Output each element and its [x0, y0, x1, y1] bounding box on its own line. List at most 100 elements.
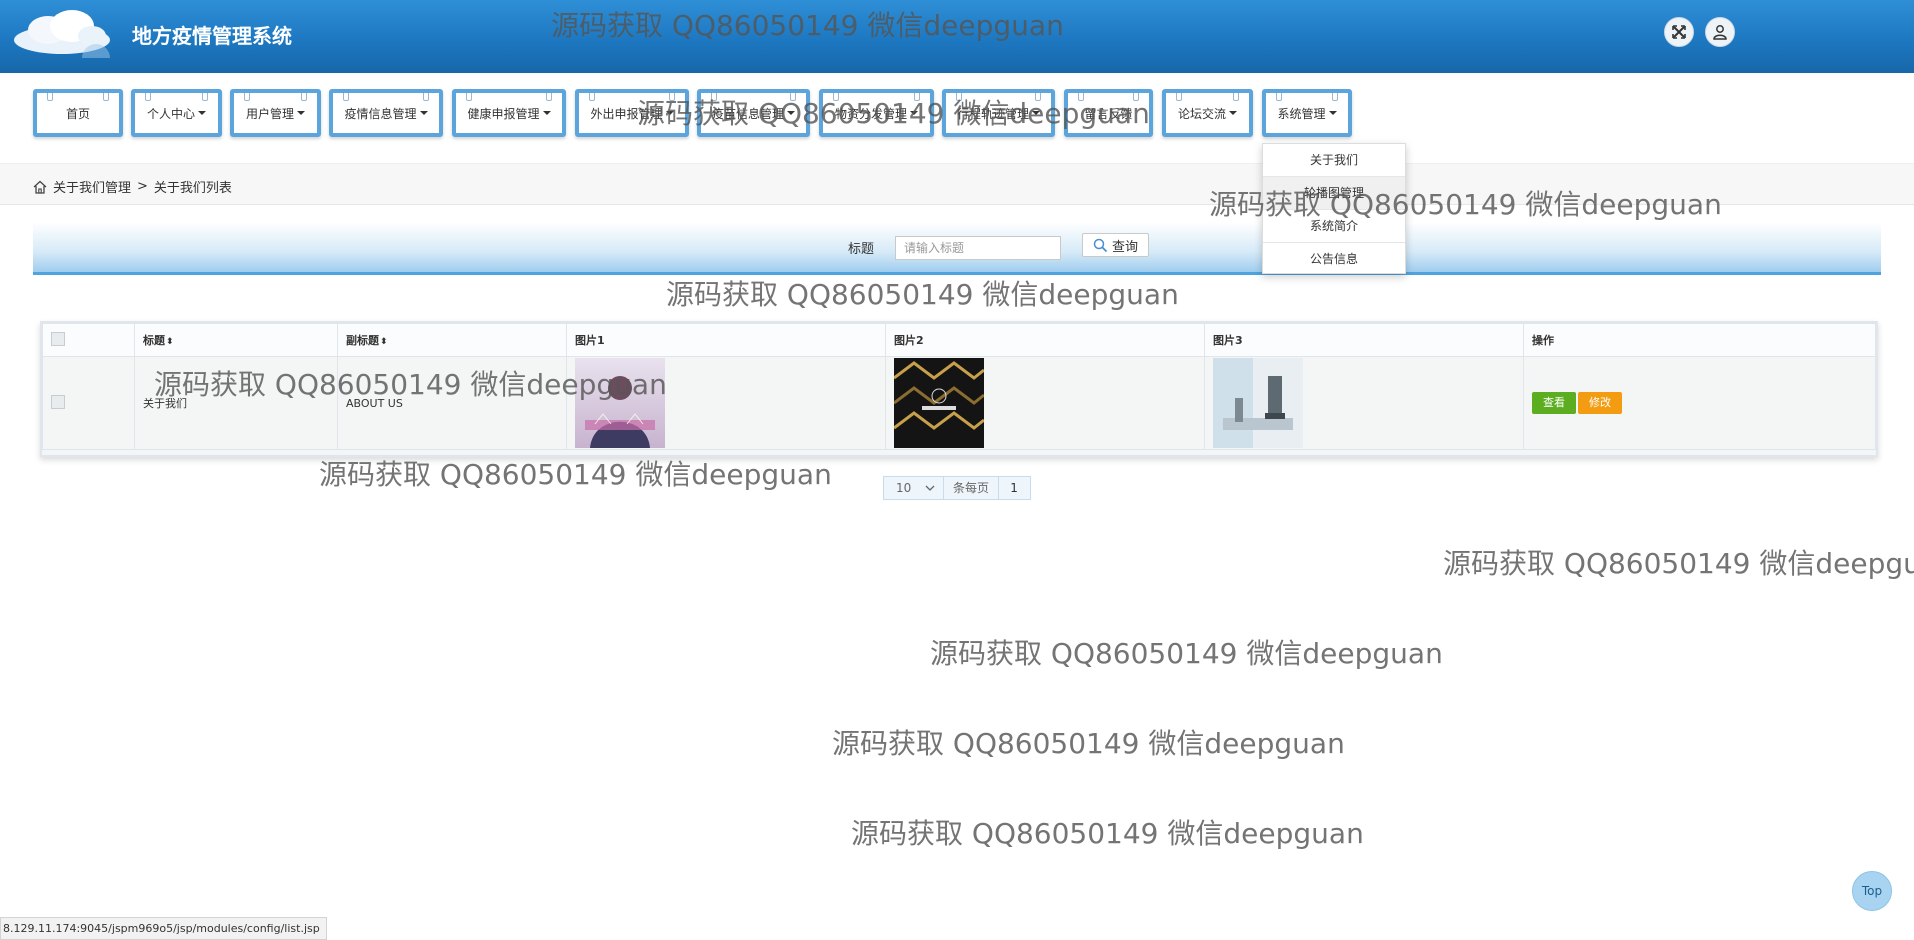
nav-home[interactable]: 首页 [33, 89, 123, 137]
image1-thumbnail[interactable] [575, 358, 665, 448]
home-icon [33, 180, 47, 194]
cloud-logo-icon [14, 10, 110, 58]
search-input[interactable] [895, 236, 1061, 260]
nav-forum[interactable]: 论坛交流 [1162, 89, 1253, 137]
watermark: 源码获取 QQ86050149 微信deepguan [832, 727, 1345, 760]
nav-label: 行程轨迹管理 [956, 106, 1029, 121]
nav-personal-center[interactable]: 个人中心 [131, 89, 222, 137]
breadcrumb-parent[interactable]: 关于我们管理 [53, 177, 131, 196]
cell-title: 关于我们 [134, 356, 338, 450]
dropdown-item-carousel[interactable]: 轮播图管理 [1263, 177, 1405, 210]
caret-down-icon [542, 111, 551, 115]
nav-epidemic-info[interactable]: 疫情信息管理 [329, 89, 443, 137]
watermark: 源码获取 QQ86050149 微信deepguan [930, 637, 1443, 670]
sort-icon[interactable]: ⬍ [166, 337, 174, 347]
caret-down-icon [665, 111, 674, 115]
nav-label: 用户管理 [245, 106, 294, 121]
search-label: 标题 [848, 242, 875, 257]
caret-down-icon [910, 111, 918, 115]
caret-down-icon [1032, 111, 1040, 115]
nav-label: 外出申报管理 [590, 106, 663, 121]
cell-image2 [885, 356, 1205, 450]
breadcrumb-current: 关于我们列表 [153, 181, 232, 196]
app-title: 地方疫情管理系统 [132, 24, 292, 48]
nav-system[interactable]: 系统管理 [1262, 89, 1352, 137]
page-number[interactable]: 1 [999, 481, 1029, 495]
edit-button[interactable]: 修改 [1578, 392, 1622, 414]
status-bar-url: 8.129.11.174:9045/jspm969o5/jsp/modules/… [0, 917, 327, 940]
dropdown-item-system-intro[interactable]: 系统简介 [1263, 210, 1405, 243]
cell-image3 [1204, 356, 1524, 450]
search-bar: 标题 查询 [33, 222, 1881, 275]
nav-label: 疫苗信息管理 [711, 106, 784, 121]
view-button[interactable]: 查看 [1532, 392, 1576, 414]
user-icon [1713, 25, 1727, 40]
nav-supplies[interactable]: 物资分发管理 [819, 89, 934, 137]
nav-trajectory[interactable]: 行程轨迹管理 [942, 89, 1055, 137]
nav-label: 论坛交流 [1177, 106, 1226, 121]
column-header-image3: 图片3 [1204, 323, 1524, 357]
watermark: 源码获取 QQ86050149 微信deepguan [666, 278, 1179, 311]
sort-icon[interactable]: ⬍ [380, 337, 388, 347]
image2-thumbnail[interactable] [894, 358, 984, 448]
row-checkbox[interactable] [51, 394, 65, 409]
nav-health-report[interactable]: 健康申报管理 [452, 89, 566, 137]
image3-thumbnail[interactable] [1213, 358, 1303, 448]
dropdown-item-about-us[interactable]: 关于我们 [1263, 144, 1405, 177]
table-header-row: 标题⬍ 副标题⬍ 图片1 图片2 图片3 操作 [42, 323, 1876, 357]
nav-feedback[interactable]: 留言反馈 [1064, 89, 1153, 137]
nav-label: 物资分发管理 [834, 106, 907, 121]
app-header: 地方疫情管理系统 [0, 0, 1914, 73]
nav-label: 健康申报管理 [467, 106, 540, 121]
fullscreen-button[interactable] [1664, 17, 1694, 47]
back-to-top-button[interactable]: Top [1852, 871, 1892, 911]
column-header-label: 标题 [143, 334, 165, 347]
column-header-title[interactable]: 标题⬍ [134, 323, 338, 357]
user-button[interactable] [1705, 17, 1735, 47]
caret-down-icon [787, 111, 795, 115]
cell-image1 [566, 356, 886, 450]
system-management-dropdown: 关于我们 轮播图管理 系统简介 公告信息 [1262, 143, 1406, 274]
select-chevron-icon [925, 485, 935, 491]
column-header-actions: 操作 [1523, 323, 1876, 357]
search-button[interactable]: 查询 [1082, 233, 1149, 257]
breadcrumb-separator: > [137, 179, 148, 194]
table-row: 关于我们 ABOUT US 查看 修改 [42, 356, 1876, 450]
nav-label: 首页 [65, 106, 90, 121]
caret-down-icon [198, 111, 206, 115]
nav-label: 疫情信息管理 [344, 106, 417, 121]
cell-actions: 查看 修改 [1523, 356, 1876, 450]
nav-user-management[interactable]: 用户管理 [230, 89, 321, 137]
nav-vaccine-info[interactable]: 疫苗信息管理 [697, 89, 810, 137]
nav-label: 系统管理 [1277, 106, 1326, 121]
pagination: 10 条每页 1 [883, 476, 1031, 500]
select-all-checkbox[interactable] [51, 331, 65, 346]
caret-down-icon [297, 111, 305, 115]
watermark: 源码获取 QQ86050149 微信deepguan [319, 458, 832, 491]
cell-subtitle: ABOUT US [337, 356, 567, 450]
column-header-label: 副标题 [346, 334, 379, 347]
breadcrumb-bar: 关于我们管理 > 关于我们列表 [0, 163, 1914, 205]
select-all-cell[interactable] [42, 323, 135, 357]
nav-outing-report[interactable]: 外出申报管理 [575, 89, 689, 137]
fullscreen-icon [1672, 25, 1686, 39]
column-header-image1: 图片1 [566, 323, 886, 357]
nav-label: 留言反馈 [1084, 106, 1133, 121]
nav-label: 个人中心 [146, 106, 195, 121]
page-size-value: 10 [896, 481, 912, 495]
watermark: 源码获取 QQ86050149 微信deepguan [1443, 547, 1914, 580]
caret-down-icon [1229, 111, 1237, 115]
page-size-select[interactable]: 10 [884, 477, 944, 499]
caret-down-icon [1328, 111, 1337, 115]
search-icon [1093, 238, 1108, 252]
breadcrumb: 关于我们管理 > 关于我们列表 [33, 177, 232, 196]
data-table: 标题⬍ 副标题⬍ 图片1 图片2 图片3 操作 关于我们 ABOUT US 查看… [40, 321, 1878, 457]
dropdown-item-notices[interactable]: 公告信息 [1263, 243, 1405, 275]
column-header-subtitle[interactable]: 副标题⬍ [337, 323, 567, 357]
caret-down-icon [419, 111, 428, 115]
search-button-label: 查询 [1111, 239, 1138, 255]
watermark: 源码获取 QQ86050149 微信deepguan [851, 817, 1364, 850]
row-select-cell[interactable] [42, 356, 135, 450]
main-nav: 首页 个人中心 用户管理 疫情信息管理 健康申报管理 外出申报管理 疫苗信息管理… [0, 73, 1914, 163]
column-header-image2: 图片2 [885, 323, 1205, 357]
